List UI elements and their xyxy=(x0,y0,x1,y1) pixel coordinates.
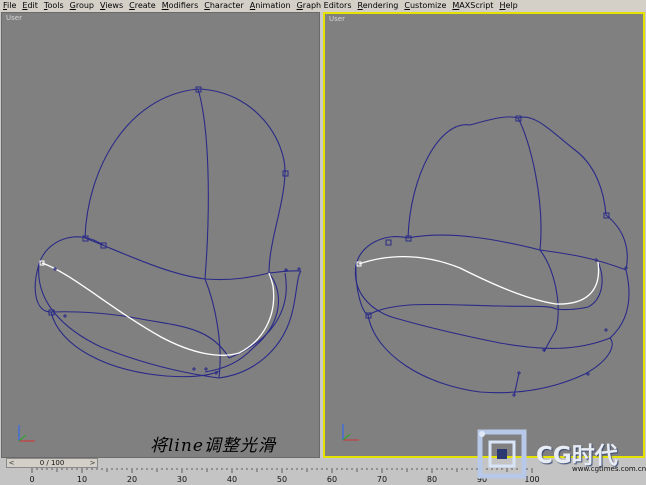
menu-maxscript[interactable]: MAXScript xyxy=(449,0,496,12)
ruler-tick-label: 0 xyxy=(29,475,34,484)
watermark-url: www.cgtimes.com.cn xyxy=(572,465,646,473)
time-slider-frame: 0 / 100 xyxy=(39,459,65,467)
ruler-tick-label: 10 xyxy=(77,475,87,484)
ruler-tick-label: 50 xyxy=(277,475,287,484)
menu-customize[interactable]: Customize xyxy=(401,0,449,12)
caption-text: 将line调整光滑 xyxy=(150,436,276,456)
time-slider-next-button[interactable]: > xyxy=(88,459,97,467)
menu-rendering[interactable]: Rendering xyxy=(355,0,402,12)
menu-character[interactable]: Character xyxy=(201,0,247,12)
menu-tools[interactable]: Tools xyxy=(41,0,67,12)
menu-views[interactable]: Views xyxy=(97,0,126,12)
menu-create[interactable]: Create xyxy=(126,0,159,12)
menu-graph-editors[interactable]: Graph Editors xyxy=(294,0,355,12)
axis-tripod-icon xyxy=(342,424,359,441)
time-slider[interactable]: < 0 / 100 > xyxy=(6,458,98,468)
menu-group[interactable]: Group xyxy=(67,0,97,12)
ruler-tick-label: 70 xyxy=(377,475,387,484)
cg-logo-icon xyxy=(477,429,527,479)
spline-cap-left[interactable] xyxy=(2,13,319,457)
time-slider-prev-button[interactable]: < xyxy=(7,459,16,467)
menu-help[interactable]: Help xyxy=(496,0,520,12)
ruler-tick-label: 20 xyxy=(127,475,137,484)
menu-bar: File Edit Tools Group Views Create Modif… xyxy=(0,0,646,12)
ruler-tick-label: 40 xyxy=(227,475,237,484)
menu-modifiers[interactable]: Modifiers xyxy=(159,0,202,12)
viewport-right[interactable]: User xyxy=(323,12,645,458)
viewport-left[interactable]: User 将line调整光滑 xyxy=(1,12,320,458)
axis-tripod-icon xyxy=(18,425,35,442)
ruler-tick-label: 80 xyxy=(427,475,437,484)
ruler-tick-label: 60 xyxy=(327,475,337,484)
spline-cap-right[interactable] xyxy=(325,14,643,456)
menu-edit[interactable]: Edit xyxy=(19,0,41,12)
menu-animation[interactable]: Animation xyxy=(247,0,294,12)
watermark: CG时代 www.cgtimes.com.cn xyxy=(474,422,646,485)
ruler-tick-label: 30 xyxy=(177,475,187,484)
menu-file[interactable]: File xyxy=(0,0,19,12)
